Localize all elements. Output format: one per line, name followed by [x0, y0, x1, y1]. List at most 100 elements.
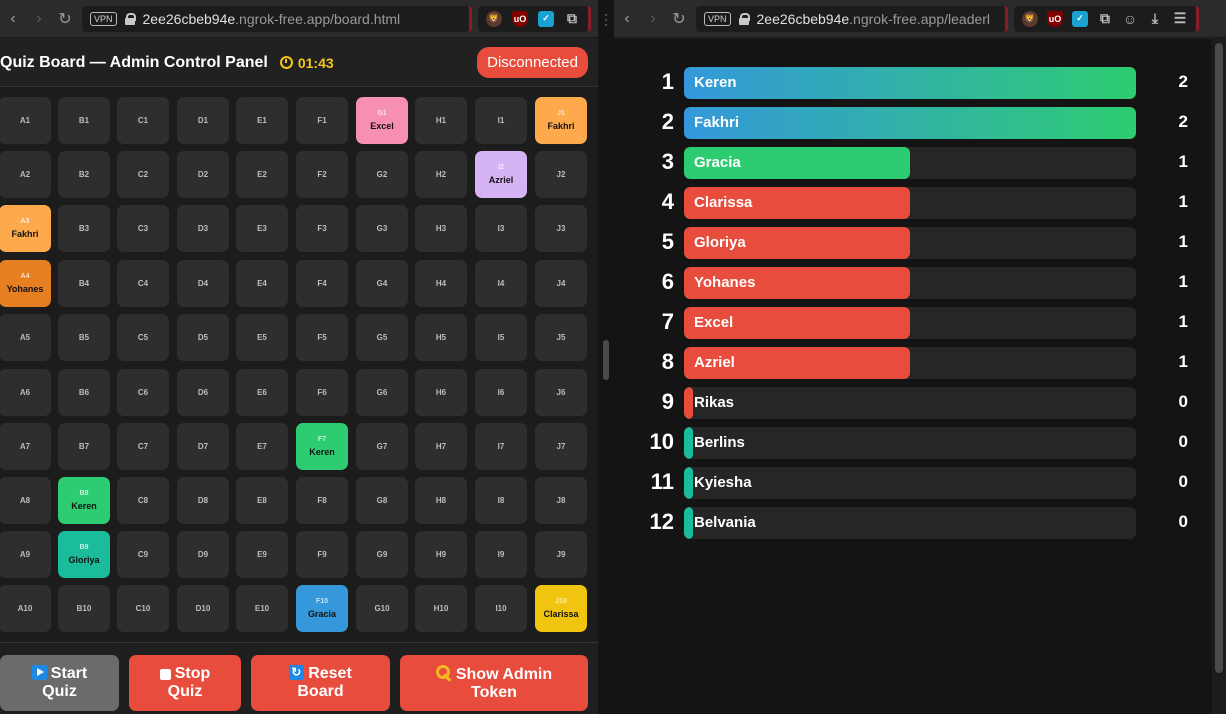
- board-cell-c9[interactable]: C9: [117, 531, 169, 578]
- board-cell-h7[interactable]: H7: [415, 423, 467, 470]
- board-cell-f8[interactable]: F8: [296, 477, 348, 524]
- board-cell-g8[interactable]: G8: [356, 477, 408, 524]
- board-cell-c10[interactable]: C10: [117, 585, 169, 632]
- board-cell-i7[interactable]: I7: [475, 423, 527, 470]
- start-quiz-button[interactable]: Start Quiz: [0, 655, 119, 711]
- lock-icon[interactable]: [124, 12, 136, 25]
- board-cell-b4[interactable]: B4: [58, 260, 110, 307]
- extensions-puzzle-icon[interactable]: ⧉: [1097, 10, 1113, 27]
- board-cell-b10[interactable]: B10: [58, 585, 110, 632]
- ublock-icon[interactable]: uO: [512, 10, 528, 27]
- ublock-icon[interactable]: uO: [1047, 10, 1063, 27]
- board-cell-h6[interactable]: H6: [415, 369, 467, 416]
- board-cell-j1[interactable]: J1 Fakhri: [535, 97, 587, 144]
- board-cell-e4[interactable]: E4: [236, 260, 288, 307]
- board-cell-j9[interactable]: J9: [535, 531, 587, 578]
- board-cell-e9[interactable]: E9: [236, 531, 288, 578]
- board-cell-g7[interactable]: G7: [356, 423, 408, 470]
- board-cell-f9[interactable]: F9: [296, 531, 348, 578]
- vpn-badge[interactable]: VPN: [90, 11, 117, 26]
- board-cell-g5[interactable]: G5: [356, 314, 408, 361]
- split-view-divider[interactable]: · · ·: [598, 0, 614, 714]
- address-bar[interactable]: VPN 2ee26cbeb94e.ngrok-free.app/board.ht…: [82, 5, 472, 32]
- board-cell-g10[interactable]: G10: [356, 585, 408, 632]
- board-cell-f10[interactable]: F10 Gracia: [296, 585, 348, 632]
- board-cell-d9[interactable]: D9: [177, 531, 229, 578]
- board-cell-g3[interactable]: G3: [356, 205, 408, 252]
- board-cell-b8[interactable]: B8 Keren: [58, 477, 110, 524]
- back-icon[interactable]: ‹: [614, 6, 640, 32]
- board-cell-h4[interactable]: H4: [415, 260, 467, 307]
- board-cell-b5[interactable]: B5: [58, 314, 110, 361]
- board-cell-a3[interactable]: A3 Fakhri: [0, 205, 51, 252]
- board-cell-b7[interactable]: B7: [58, 423, 110, 470]
- board-cell-f5[interactable]: F5: [296, 314, 348, 361]
- board-cell-a5[interactable]: A5: [0, 314, 51, 361]
- extensions-puzzle-icon[interactable]: ⧉: [564, 10, 580, 27]
- profile-icon[interactable]: ☺: [1122, 11, 1138, 27]
- board-cell-h3[interactable]: H3: [415, 205, 467, 252]
- board-cell-c8[interactable]: C8: [117, 477, 169, 524]
- board-cell-f6[interactable]: F6: [296, 369, 348, 416]
- board-cell-j2[interactable]: J2: [535, 151, 587, 198]
- board-cell-i6[interactable]: I6: [475, 369, 527, 416]
- board-cell-j10[interactable]: J10 Clarissa: [535, 585, 587, 632]
- board-cell-g9[interactable]: G9: [356, 531, 408, 578]
- board-cell-c5[interactable]: C5: [117, 314, 169, 361]
- reload-icon[interactable]: ↻: [666, 6, 692, 32]
- board-cell-g2[interactable]: G2: [356, 151, 408, 198]
- board-cell-a9[interactable]: A9: [0, 531, 51, 578]
- board-cell-i10[interactable]: I10: [475, 585, 527, 632]
- board-cell-i5[interactable]: I5: [475, 314, 527, 361]
- board-cell-f7[interactable]: F7 Keren: [296, 423, 348, 470]
- forward-icon[interactable]: ›: [26, 6, 52, 32]
- board-cell-j6[interactable]: J6: [535, 369, 587, 416]
- board-cell-c6[interactable]: C6: [117, 369, 169, 416]
- board-cell-j8[interactable]: J8: [535, 477, 587, 524]
- board-cell-c1[interactable]: C1: [117, 97, 169, 144]
- scrollbar-thumb[interactable]: [1215, 43, 1223, 673]
- board-cell-c2[interactable]: C2: [117, 151, 169, 198]
- board-cell-a1[interactable]: A1: [0, 97, 51, 144]
- board-cell-e3[interactable]: E3: [236, 205, 288, 252]
- board-cell-f4[interactable]: F4: [296, 260, 348, 307]
- board-cell-g4[interactable]: G4: [356, 260, 408, 307]
- board-cell-i9[interactable]: I9: [475, 531, 527, 578]
- board-cell-e10[interactable]: E10: [236, 585, 288, 632]
- board-cell-b6[interactable]: B6: [58, 369, 110, 416]
- board-cell-i4[interactable]: I4: [475, 260, 527, 307]
- board-cell-h9[interactable]: H9: [415, 531, 467, 578]
- board-cell-e7[interactable]: E7: [236, 423, 288, 470]
- board-cell-d8[interactable]: D8: [177, 477, 229, 524]
- board-cell-b1[interactable]: B1: [58, 97, 110, 144]
- vpn-badge[interactable]: VPN: [704, 11, 731, 26]
- address-bar[interactable]: VPN 2ee26cbeb94e.ngrok-free.app/leaderl: [696, 5, 1008, 32]
- extension-check-icon[interactable]: ✓: [1072, 10, 1088, 27]
- board-cell-h1[interactable]: H1: [415, 97, 467, 144]
- board-cell-b3[interactable]: B3: [58, 205, 110, 252]
- board-cell-b9[interactable]: B9 Gloriya: [58, 531, 110, 578]
- board-cell-c4[interactable]: C4: [117, 260, 169, 307]
- brave-shields-icon[interactable]: 🦁: [1022, 10, 1038, 27]
- board-cell-h5[interactable]: H5: [415, 314, 467, 361]
- board-cell-j4[interactable]: J4: [535, 260, 587, 307]
- board-cell-j5[interactable]: J5: [535, 314, 587, 361]
- board-cell-a2[interactable]: A2: [0, 151, 51, 198]
- board-cell-i2[interactable]: I2 Azriel: [475, 151, 527, 198]
- board-cell-f3[interactable]: F3: [296, 205, 348, 252]
- board-cell-j3[interactable]: J3: [535, 205, 587, 252]
- board-cell-h8[interactable]: H8: [415, 477, 467, 524]
- board-cell-i8[interactable]: I8: [475, 477, 527, 524]
- board-cell-e2[interactable]: E2: [236, 151, 288, 198]
- board-cell-i3[interactable]: I3: [475, 205, 527, 252]
- forward-icon[interactable]: ›: [640, 6, 666, 32]
- board-cell-a8[interactable]: A8: [0, 477, 51, 524]
- board-cell-c3[interactable]: C3: [117, 205, 169, 252]
- board-cell-h10[interactable]: H10: [415, 585, 467, 632]
- board-cell-d10[interactable]: D10: [177, 585, 229, 632]
- board-cell-i1[interactable]: I1: [475, 97, 527, 144]
- board-cell-a7[interactable]: A7: [0, 423, 51, 470]
- board-cell-c7[interactable]: C7: [117, 423, 169, 470]
- menu-icon[interactable]: ☰: [1172, 10, 1188, 27]
- board-cell-e6[interactable]: E6: [236, 369, 288, 416]
